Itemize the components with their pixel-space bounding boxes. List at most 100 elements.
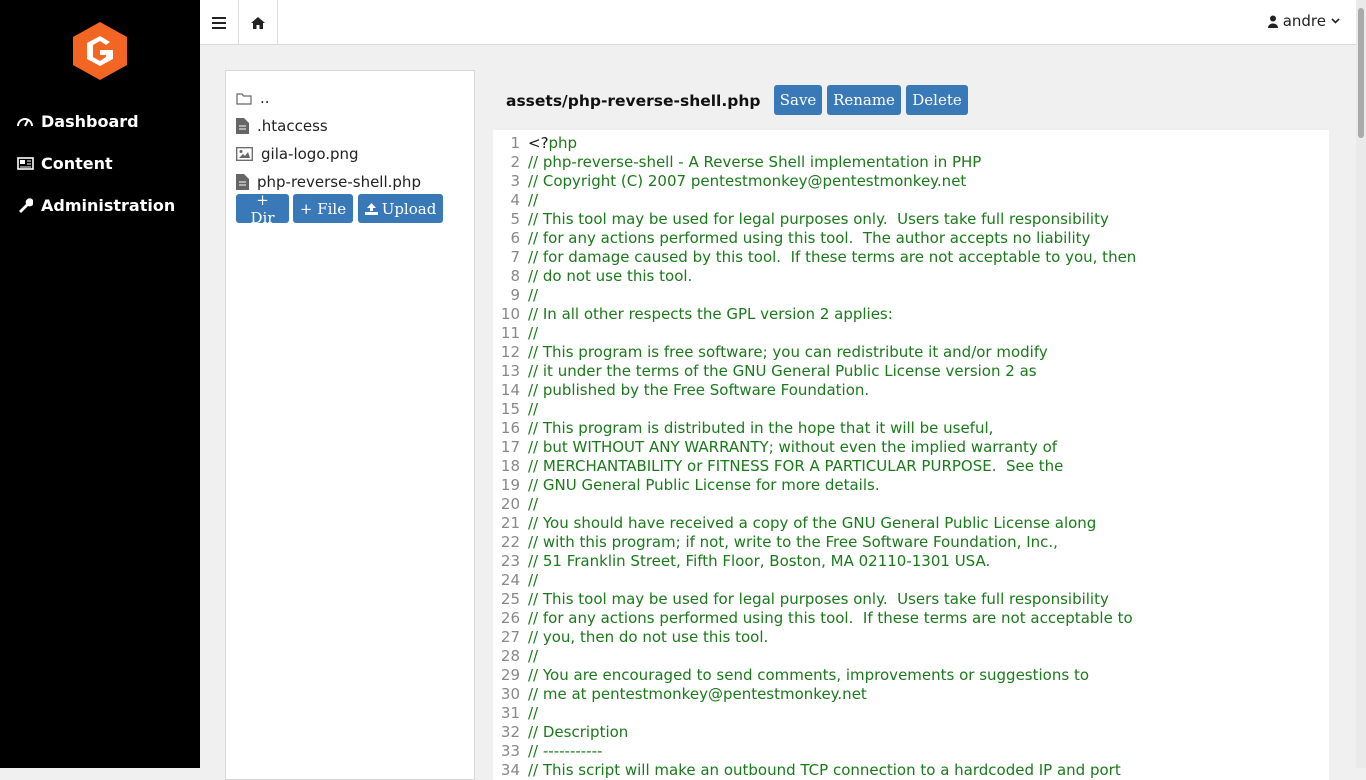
code-line: 11 // bbox=[493, 324, 1136, 343]
line-text: <?php bbox=[528, 134, 578, 152]
line-number: 11 bbox=[500, 324, 520, 342]
code-line: 34 // This script will make an outbound T… bbox=[493, 761, 1136, 780]
file-item-gila-logo[interactable]: gila-logo.png bbox=[236, 141, 359, 167]
hamburger-icon bbox=[212, 16, 226, 29]
line-text: // bbox=[528, 400, 539, 418]
user-menu[interactable]: andre bbox=[1267, 12, 1340, 30]
code-line: 28 // bbox=[493, 647, 1136, 666]
code-line: 30 // me at pentestmonkey@pentestmonkey.n… bbox=[493, 685, 1136, 704]
line-number: 10 bbox=[500, 305, 520, 323]
code-line: 15 // bbox=[493, 400, 1136, 419]
line-text: // published by the Free Software Founda… bbox=[528, 381, 870, 399]
line-text: // bbox=[528, 191, 539, 209]
home-button[interactable] bbox=[239, 0, 278, 45]
line-number: 21 bbox=[500, 514, 520, 532]
file-icon bbox=[236, 174, 249, 190]
file-path: assets/php-reverse-shell.php bbox=[506, 92, 761, 110]
code-line: 2 // php-reverse-shell - A Reverse Shell … bbox=[493, 153, 1136, 172]
code-line: 17 // but WITHOUT ANY WARRANTY; without e… bbox=[493, 438, 1136, 457]
new-file-button[interactable]: + File bbox=[293, 194, 353, 223]
code-line: 19 // GNU General Public License for more… bbox=[493, 476, 1136, 495]
line-number: 1 bbox=[510, 134, 520, 152]
line-text: // you, then do not use this tool. bbox=[528, 628, 769, 646]
line-text: // for any actions performed using this … bbox=[528, 229, 1091, 247]
menu-toggle-button[interactable] bbox=[200, 0, 239, 45]
line-text: // bbox=[528, 704, 539, 722]
line-number: 20 bbox=[500, 495, 520, 513]
dashboard-icon bbox=[16, 113, 34, 129]
code-line: 29 // You are encouraged to send comments… bbox=[493, 666, 1136, 685]
line-number: 28 bbox=[500, 647, 520, 665]
line-text: // MERCHANTABILITY or FITNESS FOR A PART… bbox=[528, 457, 1064, 475]
line-number: 5 bbox=[510, 210, 520, 228]
line-number: 30 bbox=[500, 685, 520, 703]
line-text: // but WITHOUT ANY WARRANTY; without eve… bbox=[528, 438, 1058, 456]
nav-administration[interactable]: Administration bbox=[16, 190, 175, 220]
chevron-down-icon bbox=[1331, 18, 1340, 24]
line-number: 12 bbox=[500, 343, 520, 361]
code-line: 27 // you, then do not use this tool. bbox=[493, 628, 1136, 647]
code-line: 25 // This tool may be used for legal pur… bbox=[493, 590, 1136, 609]
code-line: 9 // bbox=[493, 286, 1136, 305]
file-item-name: .. bbox=[260, 89, 270, 107]
code-line: 23 // 51 Franklin Street, Fifth Floor, Bo… bbox=[493, 552, 1136, 571]
save-button[interactable]: Save bbox=[774, 85, 822, 115]
line-text: // for any actions performed using this … bbox=[528, 609, 1133, 627]
code-line: 22 // with this program; if not, write to… bbox=[493, 533, 1136, 552]
line-number: 31 bbox=[500, 704, 520, 722]
line-number: 23 bbox=[500, 552, 520, 570]
nav-content[interactable]: Content bbox=[16, 148, 113, 178]
nav-content-label: Content bbox=[41, 153, 113, 173]
line-number: 19 bbox=[500, 476, 520, 494]
nav-administration-label: Administration bbox=[41, 195, 176, 215]
line-number: 6 bbox=[510, 229, 520, 247]
code-editor[interactable]: 1 <?php 2 // php-reverse-shell - A Reverse … bbox=[493, 130, 1329, 780]
code-line: 1 <?php bbox=[493, 134, 1136, 153]
gila-logo[interactable] bbox=[70, 20, 130, 82]
line-number: 18 bbox=[500, 457, 520, 475]
scrollbar-thumb[interactable] bbox=[1358, 8, 1364, 138]
code-line: 18 // MERCHANTABILITY or FITNESS FOR A PA… bbox=[493, 457, 1136, 476]
line-number: 27 bbox=[500, 628, 520, 646]
line-text: // In all other respects the GPL version… bbox=[528, 305, 893, 323]
new-dir-button[interactable]: + Dir bbox=[236, 191, 289, 227]
line-text: // This script will make an outbound TCP… bbox=[528, 761, 1121, 779]
line-number: 33 bbox=[500, 742, 520, 760]
code-line: 6 // for any actions performed using this… bbox=[493, 229, 1136, 248]
upload-button[interactable]: Upload bbox=[358, 194, 443, 223]
line-text: // php-reverse-shell - A Reverse Shell i… bbox=[528, 153, 982, 171]
line-text: // for damage caused by this tool. If th… bbox=[528, 248, 1137, 266]
rename-button[interactable]: Rename bbox=[827, 85, 901, 115]
line-number: 8 bbox=[510, 267, 520, 285]
code-line: 20 // bbox=[493, 495, 1136, 514]
line-number: 29 bbox=[500, 666, 520, 684]
file-item-parent[interactable]: .. bbox=[236, 85, 270, 111]
line-number: 24 bbox=[500, 571, 520, 589]
code-line: 26 // for any actions performed using thi… bbox=[493, 609, 1136, 628]
delete-button[interactable]: Delete bbox=[906, 85, 968, 115]
file-item-htaccess[interactable]: .htaccess bbox=[236, 113, 328, 139]
code-line: 21 // You should have received a copy of … bbox=[493, 514, 1136, 533]
line-number: 2 bbox=[510, 153, 520, 171]
line-text: // GNU General Public License for more d… bbox=[528, 476, 880, 494]
line-text: // bbox=[528, 647, 539, 665]
nav-dashboard[interactable]: Dashboard bbox=[16, 106, 139, 136]
code-line: 10 // In all other respects the GPL versi… bbox=[493, 305, 1136, 324]
page-scrollbar[interactable] bbox=[1356, 0, 1366, 768]
line-text: // This tool may be used for legal purpo… bbox=[528, 590, 1109, 608]
line-text: // bbox=[528, 286, 539, 304]
line-number: 3 bbox=[510, 172, 520, 190]
line-text: // with this program; if not, write to t… bbox=[528, 533, 1058, 551]
line-text: // ----------- bbox=[528, 742, 603, 760]
line-text: // bbox=[528, 571, 539, 589]
code-line: 33 // ----------- bbox=[493, 742, 1136, 761]
code-line: 5 // This tool may be used for legal purp… bbox=[493, 210, 1136, 229]
file-browser: .. .htaccess gila-logo.png php-reverse-s… bbox=[225, 70, 475, 780]
code-line: 31 // bbox=[493, 704, 1136, 723]
line-number: 16 bbox=[500, 419, 520, 437]
line-text: // This program is free software; you ca… bbox=[528, 343, 1048, 361]
code-line: 32 // Description bbox=[493, 723, 1136, 742]
file-icon bbox=[236, 118, 249, 134]
line-number: 22 bbox=[500, 533, 520, 551]
line-text: // You should have received a copy of th… bbox=[528, 514, 1097, 532]
